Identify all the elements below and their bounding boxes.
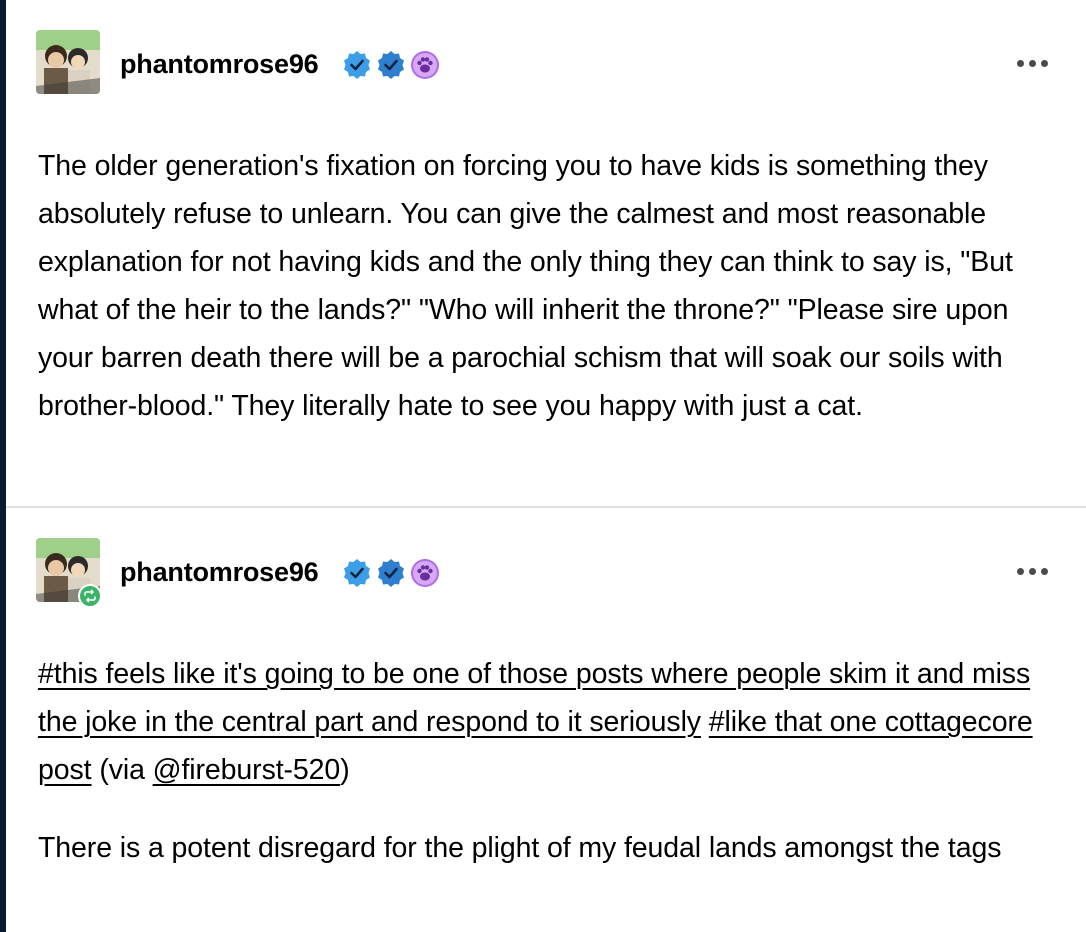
badges [342,558,440,588]
username[interactable]: phantomrose96 [120,48,319,80]
via-suffix: ) [340,754,350,786]
post-original: phantomrose96 The older generation's fix… [6,0,1086,506]
via-prefix: (via [99,754,153,786]
paw-badge-icon[interactable] [410,558,440,588]
post-header: phantomrose96 [36,30,1062,96]
via-user-link[interactable]: @fireburst-520 [153,754,341,786]
verified-check-icon[interactable] [376,50,406,80]
avatar[interactable] [36,30,100,94]
more-options-icon[interactable] [1012,558,1052,584]
verified-check-icon[interactable] [342,558,372,588]
more-options-icon[interactable] [1012,50,1052,76]
post-tags: #this feels like it's going to be one of… [38,650,1056,794]
verified-check-icon[interactable] [342,50,372,80]
post-reblog: phantomrose96 #this feels like it's goin… [6,508,1086,932]
badges [342,50,440,80]
verified-check-icon[interactable] [376,558,406,588]
post-body: The older generation's fixation on forci… [38,150,1013,422]
username[interactable]: phantomrose96 [120,556,319,588]
reblog-icon [78,584,102,608]
paw-badge-icon[interactable] [410,50,440,80]
post-header: phantomrose96 [36,538,1062,608]
reply-text: There is a potent disregard for the plig… [38,832,1002,864]
